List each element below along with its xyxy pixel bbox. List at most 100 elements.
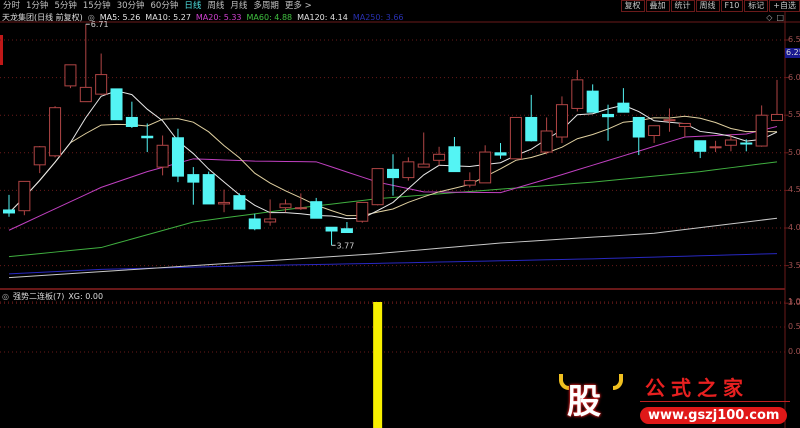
adjust-button[interactable]: 复权 bbox=[620, 0, 645, 12]
candle-down bbox=[694, 140, 707, 152]
candle-up bbox=[417, 163, 430, 168]
diamond-icon[interactable]: ◇ bbox=[766, 13, 772, 22]
candle-down bbox=[187, 174, 200, 183]
candle-down bbox=[233, 195, 246, 210]
candle-up bbox=[663, 119, 676, 122]
candle-up bbox=[433, 153, 446, 161]
candle-up bbox=[648, 125, 661, 137]
candle-up bbox=[18, 180, 31, 212]
low-price-label: 3.77 bbox=[337, 241, 355, 250]
ma20-value: MA20: 5.33 bbox=[195, 13, 242, 22]
candle-down bbox=[141, 135, 154, 139]
candle-up bbox=[95, 74, 108, 95]
candle-down bbox=[202, 174, 215, 205]
tab-monthly[interactable]: 月线 bbox=[227, 0, 250, 12]
tab-more[interactable]: 更多 > bbox=[282, 0, 315, 12]
y-axis-label: 6.50 bbox=[788, 35, 800, 44]
candle-up bbox=[64, 64, 77, 87]
candle-up bbox=[264, 218, 277, 223]
tab-15min[interactable]: 15分钟 bbox=[80, 0, 114, 12]
candle-down bbox=[448, 146, 461, 173]
y-axis-label: 5.50 bbox=[788, 110, 800, 120]
logo-char: 股 bbox=[567, 382, 601, 422]
candle-up bbox=[479, 151, 492, 184]
candle-up bbox=[724, 139, 737, 146]
y-axis-label: 4.00 bbox=[788, 223, 800, 232]
candle-down bbox=[387, 168, 399, 179]
candle-down bbox=[248, 218, 261, 230]
ma120-value: MA120: 4.14 bbox=[297, 13, 348, 22]
period-toolbar: 分时 1分钟 5分钟 15分钟 30分钟 60分钟 日线 周线 月线 多周期 更… bbox=[0, 0, 800, 12]
candle-up bbox=[371, 168, 384, 206]
candle-up bbox=[33, 146, 46, 166]
kline-chart[interactable]: 6.713.77 bbox=[0, 0, 800, 428]
candle-down bbox=[586, 90, 599, 113]
candle-up bbox=[294, 207, 307, 210]
signal-bar bbox=[373, 302, 383, 428]
stats-button[interactable]: 统计 bbox=[670, 0, 695, 12]
tab-30min[interactable]: 30分钟 bbox=[114, 0, 148, 12]
candle-up bbox=[555, 104, 568, 138]
tab-daily[interactable]: 日线 bbox=[181, 0, 204, 12]
ma60-value: MA60: 4.88 bbox=[246, 13, 293, 22]
candle-down bbox=[602, 113, 615, 118]
tab-60min[interactable]: 60分钟 bbox=[148, 0, 182, 12]
candle-up bbox=[218, 201, 231, 205]
stock-title[interactable]: 天龙集团(日线 前复权) bbox=[2, 12, 83, 23]
logo-title: 公式之家 bbox=[645, 376, 749, 400]
candle-down bbox=[494, 152, 507, 156]
sub-axis-label: 0.50 bbox=[788, 322, 800, 331]
logo-url: www.gszj100.com bbox=[640, 407, 788, 424]
candle-up bbox=[356, 201, 369, 222]
watermark-logo: 股 公式之家 www.gszj100.com bbox=[555, 370, 795, 428]
candle-up bbox=[678, 122, 691, 127]
candle-down bbox=[110, 88, 123, 121]
add-watchlist-button[interactable]: +自选 bbox=[769, 0, 800, 12]
candle-up bbox=[709, 146, 722, 149]
horn-right-icon bbox=[613, 374, 623, 390]
settings-icon[interactable]: ◎ bbox=[2, 291, 9, 302]
candle-up bbox=[49, 107, 62, 157]
settings-icon[interactable]: ◎ bbox=[88, 12, 95, 23]
overlay-button[interactable]: 叠加 bbox=[645, 0, 670, 12]
ma250-value: MA250: 3.66 bbox=[352, 13, 404, 22]
candle-up bbox=[571, 79, 584, 109]
y-axis-label: 4.50 bbox=[788, 185, 800, 195]
ma5-value: MA5: 5.26 bbox=[99, 13, 141, 22]
ma250-line bbox=[8, 253, 778, 275]
ma-info-bar: 天龙集团(日线 前复权) ◎ MA5: 5.26 MA10: 5.27 MA20… bbox=[2, 12, 404, 23]
candle-up bbox=[402, 161, 415, 179]
tab-1min[interactable]: 1分钟 bbox=[23, 0, 51, 12]
ma10-value: MA10: 5.27 bbox=[145, 13, 191, 22]
tab-5min[interactable]: 5分钟 bbox=[51, 0, 79, 12]
tab-multi-period[interactable]: 多周期 bbox=[250, 0, 282, 12]
y-axis-label: 3.50 bbox=[788, 260, 800, 270]
candle-down bbox=[125, 116, 138, 127]
candle-down bbox=[740, 142, 753, 145]
weekly-button[interactable]: 周线 bbox=[695, 0, 720, 12]
indicator-title[interactable]: 强势二连板(7) bbox=[13, 291, 64, 302]
candle-down bbox=[632, 116, 645, 138]
y-axis-label: 5.00 bbox=[788, 147, 800, 157]
candle-down bbox=[525, 116, 538, 142]
tab-fenshi[interactable]: 分时 bbox=[0, 0, 23, 12]
mark-button[interactable]: 标记 bbox=[744, 0, 769, 12]
f10-button[interactable]: F10 bbox=[720, 0, 744, 12]
candle-up bbox=[540, 130, 553, 153]
sub-axis-label: 0.00 bbox=[788, 347, 800, 356]
candle-down bbox=[3, 209, 15, 214]
window-icon[interactable]: □ bbox=[776, 13, 784, 22]
xg-value: XG: 0.00 bbox=[68, 292, 104, 301]
tab-weekly[interactable]: 周线 bbox=[204, 0, 227, 12]
candle-down bbox=[171, 137, 184, 177]
candle-up bbox=[156, 144, 169, 168]
indicator-info-bar: ◎ 强势二连板(7) XG: 0.00 bbox=[2, 291, 103, 302]
candle-up bbox=[509, 116, 522, 160]
logo-divider bbox=[640, 401, 790, 402]
candle-up bbox=[463, 180, 476, 186]
candle-up bbox=[771, 113, 783, 121]
candle-up bbox=[279, 203, 292, 209]
last-price-tag: 6.25 bbox=[785, 48, 800, 58]
sub-axis-label: 1.00 bbox=[788, 297, 800, 306]
candle-down bbox=[340, 228, 353, 234]
